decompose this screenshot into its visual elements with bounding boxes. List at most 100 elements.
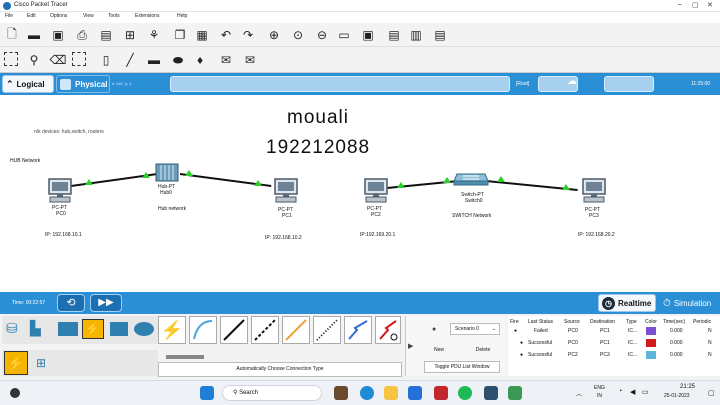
menu-extensions[interactable]: Extensions [135,13,159,19]
power-cycle-button[interactable]: ⟲ [57,294,85,312]
viewport-icon[interactable]: ▤ [386,27,402,43]
menu-edit[interactable]: Edit [27,13,36,19]
custom-device-icon[interactable]: ▣ [360,27,376,43]
zoom-in-icon[interactable]: ⊕ [266,27,282,43]
multiuser-icon[interactable] [134,322,154,336]
menu-view[interactable]: View [83,13,94,19]
windows-taskbar: ⚲ Search ︿ ENG IN ◔ ◀ ▭ 21:25 25-01-2023… [0,380,720,405]
collapse-arrow-icon[interactable]: ▶ [408,342,413,350]
draw-ellipse-icon[interactable]: ⬬ [170,52,186,68]
new-file-icon[interactable]: 🗋 [4,27,20,43]
file-explorer-icon[interactable] [384,386,398,400]
cloud-icon[interactable]: ☁ [567,76,597,92]
print-icon[interactable]: ⎙ [74,27,90,43]
add-simple-pdu-icon[interactable]: ✉ [218,52,234,68]
serial-dce-cable-icon[interactable] [375,316,401,344]
wifi-icon[interactable]: ◔ [618,388,622,395]
language-indicator[interactable]: ENG [594,385,605,391]
menu-file[interactable]: File [5,13,13,19]
network-info-icon[interactable]: ⊞ [122,27,138,43]
place-note-icon[interactable]: ▯ [98,52,114,68]
battery-icon[interactable]: ▭ [642,388,649,396]
add-complex-pdu-icon[interactable]: ✉ [242,52,258,68]
zoom-reset-icon[interactable]: ⊙ [290,27,306,43]
notification-icon[interactable]: ▢ [708,389,715,397]
straight-through-cable-icon[interactable] [220,316,248,344]
freeform-icon[interactable]: ♦ [192,52,208,68]
auto-cable-icon[interactable]: ⚡ [158,316,186,344]
components-icon[interactable] [58,322,78,336]
drawing-palette-icon[interactable]: ▭ [336,27,352,43]
connections-subcategory-icon[interactable]: ⚡ [4,351,28,375]
fiber-cable-icon[interactable] [282,316,310,344]
volume-icon[interactable]: ◀ [630,388,635,396]
power-icon[interactable] [10,388,20,398]
viewport-buttons[interactable] [604,76,654,92]
logical-workspace[interactable]: mouali 192212088 n/k devices: hub,switch… [0,95,720,292]
grid-icon[interactable]: ⊞ [36,356,46,370]
web-view-icon[interactable]: ▤ [432,27,448,43]
console-cable-icon[interactable] [189,316,217,344]
browser-icon[interactable] [360,386,374,400]
fast-forward-button[interactable]: ▶▶ [90,294,122,312]
zoom-out-icon[interactable]: ⊖ [314,27,330,43]
tab-physical[interactable]: Physical [56,75,110,93]
close-button[interactable]: ✕ [707,1,713,9]
spotify-icon[interactable] [458,386,472,400]
device-switch0[interactable] [453,171,489,189]
device-pc1[interactable] [272,178,300,206]
phone-cable-icon[interactable] [313,316,341,344]
code-editor-icon[interactable] [484,386,498,400]
network-devices-icon[interactable]: ⛁ [6,320,26,338]
select-icon[interactable] [4,52,18,66]
redo-icon[interactable]: ↷ [240,27,256,43]
packet-tracer-taskbar-icon[interactable] [508,386,522,400]
undo-icon[interactable]: ↶ [218,27,234,43]
game-icon[interactable] [334,386,348,400]
paste-icon[interactable]: ▦ [194,27,210,43]
new-scenario-button[interactable]: New [424,344,454,356]
end-devices-icon[interactable]: ▙ [30,320,50,338]
bottom-panel: ⛁ ▙ ⚡ ⚡ ⊞ ⚡ Automatically Choose Connect… [0,314,720,380]
menu-options[interactable]: Options [50,13,67,19]
delete-scenario-button[interactable]: Delete [468,344,498,356]
delete-icon[interactable]: ⌫ [50,52,67,68]
pdu-fire-bullet[interactable]: ● [520,340,523,346]
draw-line-icon[interactable]: ╱ [122,52,138,68]
crossover-cable-icon[interactable] [251,316,279,344]
maximize-button[interactable]: ▢ [692,1,699,9]
draw-rectangle-icon[interactable]: ▬ [146,52,162,68]
toggle-pdu-list-button[interactable]: Toggle PDU List Window [424,361,500,373]
search-box[interactable]: ⚲ Search [222,385,322,401]
chevron-up-icon[interactable]: ︿ [576,389,582,398]
inspect-icon[interactable]: ⚲ [26,52,42,68]
mcafee-icon[interactable] [434,386,448,400]
device-pc2[interactable] [362,178,390,206]
device-hub0[interactable] [155,161,181,185]
device-pc3[interactable] [580,178,608,206]
pdu-fire-bullet[interactable]: ● [520,352,523,358]
copy-icon[interactable]: ❐ [172,27,188,43]
resize-shape-icon[interactable] [72,52,86,66]
device-pc0[interactable] [46,178,74,206]
scenario-select[interactable]: Scenario 0 ⌄ [450,323,500,335]
simulation-mode-button[interactable]: ⏱ Simulation [660,294,718,312]
tab-logical[interactable]: ⌃ Logical [2,75,54,93]
menu-tools[interactable]: Tools [108,13,120,19]
menu-help[interactable]: Help [177,13,187,19]
realtime-mode-button[interactable]: ◷ Realtime [598,294,656,312]
minimize-button[interactable]: – [678,1,682,8]
palette-scrollbar[interactable] [166,355,204,359]
save-icon[interactable]: ▣ [50,27,66,43]
device-dialog-icon[interactable]: ▥ [408,27,424,43]
coaxial-cable-icon[interactable] [344,316,372,344]
user-profile-icon[interactable]: ⚘ [146,27,162,43]
start-menu-icon[interactable] [200,386,214,400]
root-label[interactable]: [Root] [516,81,529,87]
pdu-fire-bullet[interactable]: ● [514,328,517,334]
connections-icon[interactable]: ⚡ [82,319,104,339]
store-icon[interactable] [408,386,422,400]
open-folder-icon[interactable]: ▬ [26,27,42,43]
activity-wizard-icon[interactable]: ▤ [98,27,114,43]
misc-icon[interactable] [110,322,128,336]
